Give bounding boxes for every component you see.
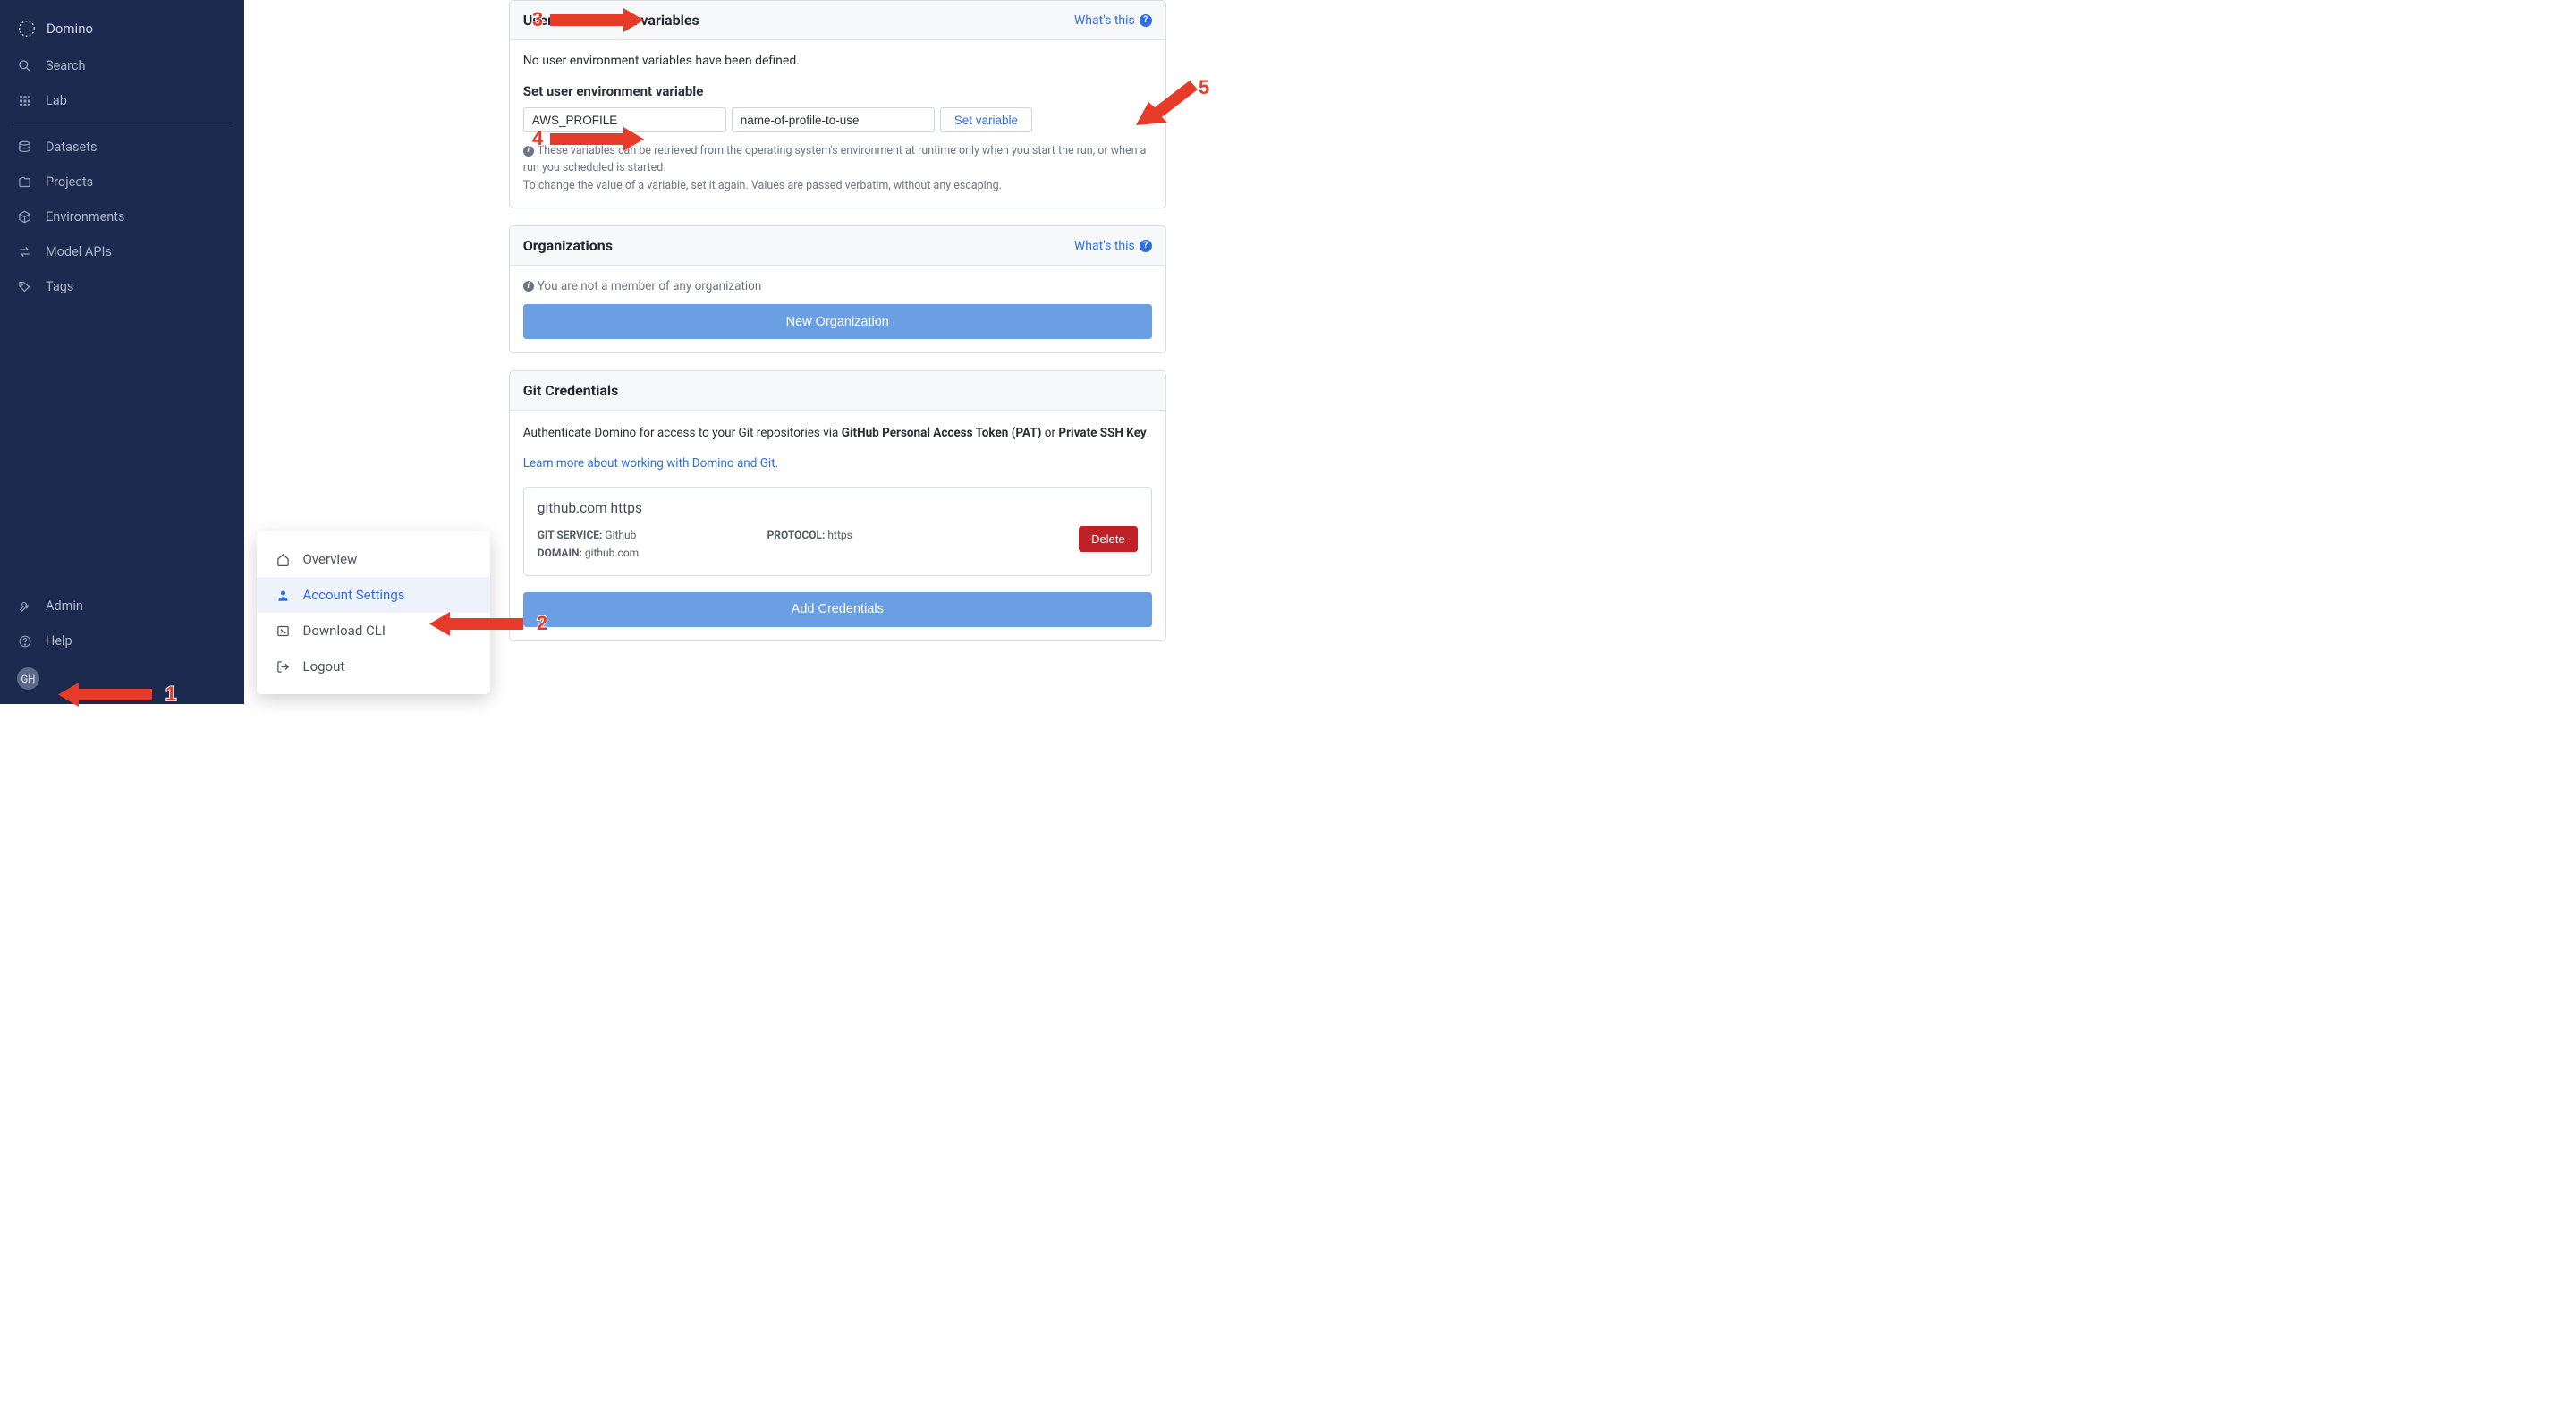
env-help-line1: These variables can be retrieved from th…: [523, 144, 1147, 174]
person-icon: [276, 588, 291, 602]
user-initials: GH: [21, 673, 35, 685]
user-menu-popup: Overview Account Settings Download CLI L…: [257, 531, 490, 694]
brand-row[interactable]: Domino: [17, 11, 227, 48]
sidebar-item-help[interactable]: Help: [0, 623, 244, 658]
tag-icon: [17, 279, 32, 294]
whats-this-label: What's this: [1074, 13, 1135, 28]
user-menu-label: Account Settings: [303, 587, 405, 603]
terminal-icon: [276, 623, 291, 638]
panel-title: User environment variables: [523, 12, 699, 29]
env-help-text: iThese variables can be retrieved from t…: [523, 142, 1152, 194]
sidebar-item-datasets[interactable]: Datasets: [0, 130, 244, 165]
panel-title: Organizations: [523, 237, 613, 254]
delete-credential-button[interactable]: Delete: [1079, 526, 1138, 552]
database-icon: [17, 140, 32, 155]
whats-this-link[interactable]: What's this ?: [1074, 13, 1152, 28]
sidebar-label: Environments: [46, 209, 125, 225]
home-icon: [276, 552, 291, 566]
sidebar-item-lab[interactable]: Lab: [0, 83, 244, 118]
user-menu-download-cli[interactable]: Download CLI: [257, 613, 490, 649]
swap-icon: [17, 244, 32, 259]
panel-title: Git Credentials: [523, 382, 619, 399]
panel-header-git: Git Credentials: [510, 371, 1165, 411]
brand-label: Domino: [47, 21, 93, 37]
sidebar-label: Help: [46, 633, 72, 649]
git-auth-text: Authenticate Domino for access to your G…: [523, 424, 1152, 443]
user-menu-account-settings[interactable]: Account Settings: [257, 577, 490, 613]
sidebar-item-environments[interactable]: Environments: [0, 199, 244, 234]
panel-user-env-vars: User environment variables What's this ?…: [509, 0, 1166, 208]
user-menu-label: Logout: [303, 658, 345, 674]
help-icon: [17, 633, 32, 649]
panel-header-orgs: Organizations What's this ?: [510, 226, 1165, 266]
panel-organizations: Organizations What's this ? i You are no…: [509, 225, 1166, 353]
sidebar-item-search[interactable]: Search: [0, 48, 244, 83]
search-icon: [17, 58, 32, 73]
user-avatar-badge[interactable]: GH: [17, 667, 39, 690]
orgs-empty-message: i You are not a member of any organizati…: [523, 279, 1152, 293]
env-set-subtitle: Set user environment variable: [523, 83, 1152, 99]
user-menu-label: Download CLI: [303, 623, 386, 639]
whats-this-link[interactable]: What's this ?: [1074, 239, 1152, 253]
env-form-row: Set variable: [523, 107, 1152, 132]
info-icon: i: [523, 281, 534, 292]
new-organization-button[interactable]: New Organization: [523, 304, 1152, 339]
sidebar-label: Search: [46, 58, 86, 73]
sidebar-label: Lab: [46, 93, 67, 108]
env-empty-message: No user environment variables have been …: [523, 54, 1152, 68]
help-circle-icon: ?: [1140, 14, 1152, 27]
folder-icon: [17, 174, 32, 190]
cred-name: github.com https: [538, 500, 1138, 516]
sidebar-item-model-apis[interactable]: Model APIs: [0, 234, 244, 269]
whats-this-label: What's this: [1074, 239, 1135, 253]
sidebar-label: Tags: [46, 279, 73, 294]
sidebar-label: Admin: [46, 598, 83, 614]
git-learn-more-link[interactable]: Learn more about working with Domino and…: [523, 456, 778, 471]
sidebar-label: Model APIs: [46, 244, 112, 259]
env-name-input[interactable]: [523, 107, 726, 132]
domino-logo-icon: [17, 19, 37, 38]
sidebar-label: Projects: [46, 174, 93, 190]
env-value-input[interactable]: [732, 107, 935, 132]
user-menu-overview[interactable]: Overview: [257, 541, 490, 577]
info-icon: i: [523, 146, 534, 157]
sidebar: Domino Search Lab Datasets P: [0, 0, 244, 704]
cred-meta-left: GIT SERVICE: Github DOMAIN: github.com: [538, 526, 639, 563]
user-menu-label: Overview: [303, 551, 358, 567]
apps-icon: [17, 93, 32, 108]
git-cred-card: github.com https GIT SERVICE: Github DOM…: [523, 487, 1152, 576]
sidebar-label: Datasets: [46, 140, 97, 155]
panel-git-credentials: Git Credentials Authenticate Domino for …: [509, 370, 1166, 641]
set-variable-button[interactable]: Set variable: [940, 107, 1032, 132]
logout-icon: [276, 659, 291, 674]
help-circle-icon: ?: [1140, 240, 1152, 252]
cred-meta-mid: PROTOCOL: https: [767, 526, 852, 544]
sidebar-item-admin[interactable]: Admin: [0, 589, 244, 623]
sidebar-item-tags[interactable]: Tags: [0, 269, 244, 304]
sidebar-item-projects[interactable]: Projects: [0, 165, 244, 199]
cube-icon: [17, 209, 32, 225]
panel-header-env: User environment variables What's this ?: [510, 1, 1165, 40]
add-credentials-button[interactable]: Add Credentials: [523, 592, 1152, 627]
wrench-icon: [17, 598, 32, 614]
env-help-line2: To change the value of a variable, set i…: [523, 179, 1002, 192]
user-menu-logout[interactable]: Logout: [257, 649, 490, 684]
